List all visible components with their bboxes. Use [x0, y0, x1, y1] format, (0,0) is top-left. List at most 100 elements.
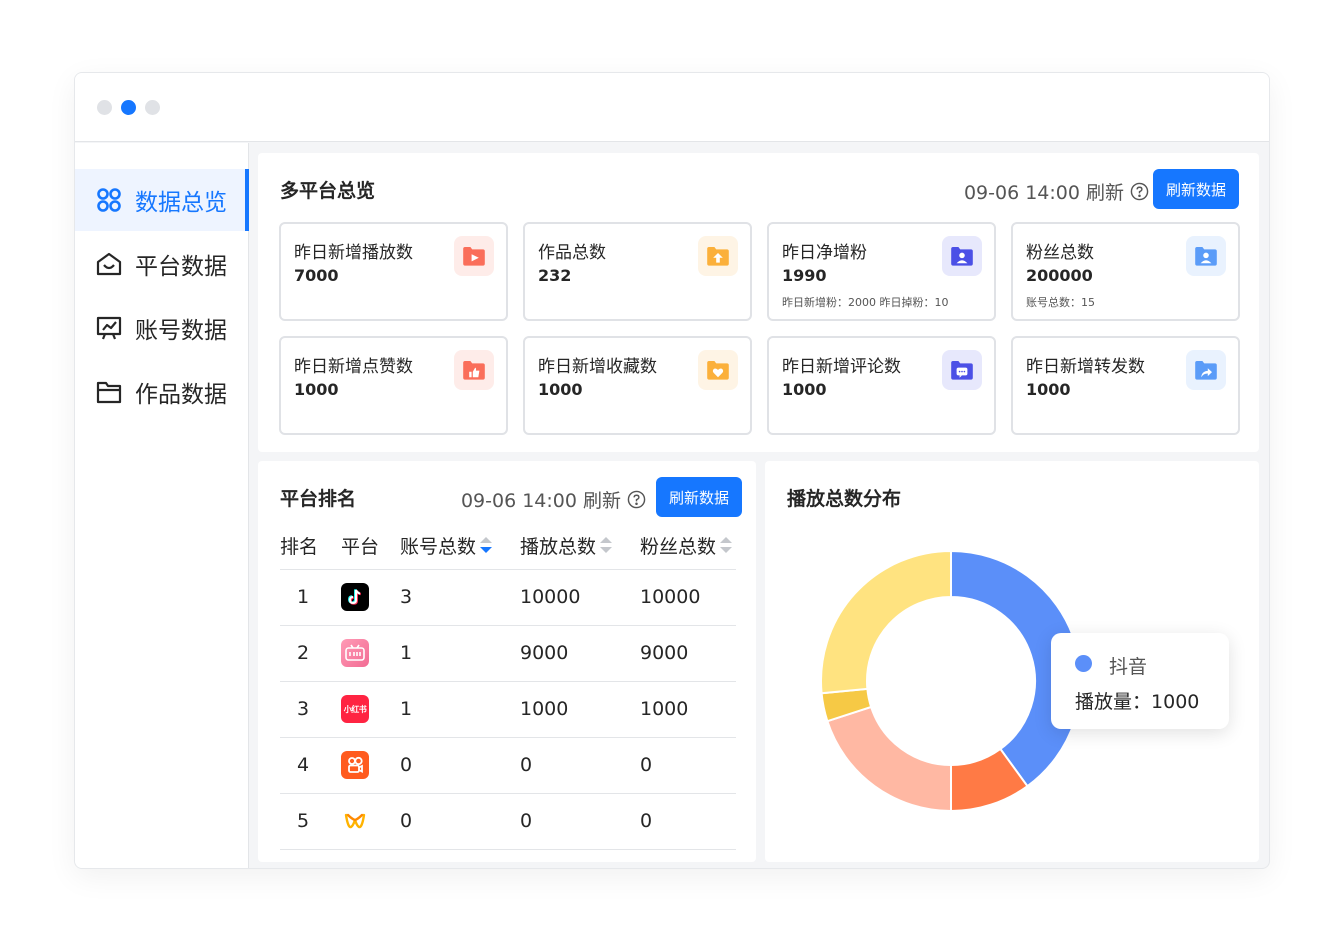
tooltip-value: 1000	[1151, 691, 1200, 713]
stat-card-value: 1000	[782, 380, 827, 399]
tooltip-series-name: 抖音	[1109, 656, 1148, 678]
bilibili-logo	[341, 639, 369, 667]
table-row[interactable]: 5 0 0 0	[280, 792, 736, 850]
rank-cell: 5	[280, 792, 341, 850]
sidebar-item-label: 账号数据	[135, 318, 227, 344]
stat-card-label: 昨日新增点赞数	[294, 357, 413, 377]
comment-folder-icon	[942, 350, 982, 390]
overview-title: 多平台总览	[280, 180, 376, 202]
fans-cell: 9000	[640, 624, 736, 681]
stat-card[interactable]: 昨日净增粉 1990 昨日新增粉：2000 昨日掉粉：10	[767, 222, 996, 321]
stat-card-value: 232	[538, 266, 572, 285]
share-folder-icon	[1186, 350, 1226, 390]
refresh-time-text: 09-06 14:00 刷新	[963, 182, 1124, 204]
column-header-rank: 排名	[280, 536, 319, 559]
stat-card[interactable]: 昨日新增播放数 7000	[279, 222, 508, 321]
app-window: 数据总览 平台数据 账号数据 作品数据 多平台总览 09-06 14:00 刷新…	[74, 72, 1270, 869]
column-header-platform: 平台	[341, 536, 380, 559]
kuaishou-logo	[341, 750, 369, 779]
stat-card[interactable]: 作品总数 232	[523, 222, 752, 321]
fans-cell: 0	[640, 736, 736, 793]
tooltip-value-line: 播放量：1000	[1075, 687, 1199, 714]
sidebar-item-label: 平台数据	[135, 254, 227, 280]
donut-slice-3[interactable]	[826, 705, 952, 813]
stat-card-label: 昨日新增转发数	[1026, 357, 1145, 377]
accounts-cell: 1	[400, 680, 520, 737]
table-header-row: 排名 平台 账号总数 播放总数 粉丝总数	[280, 523, 736, 569]
window-dot-2[interactable]	[121, 100, 136, 115]
accounts-cell: 1	[400, 624, 520, 681]
like-folder-icon	[454, 350, 494, 390]
sidebar-item-label: 数据总览	[135, 190, 227, 216]
stat-card[interactable]: 粉丝总数 200000 账号总数：15	[1011, 222, 1240, 321]
table-row[interactable]: 1 3 10000 10000	[280, 568, 736, 625]
account-board-icon	[95, 314, 123, 342]
plays-cell: 10000	[520, 568, 640, 625]
ranking-title: 平台排名	[280, 488, 357, 510]
stat-card-label: 粉丝总数	[1026, 243, 1094, 263]
stat-card-value: 7000	[294, 266, 339, 285]
stat-card[interactable]: 昨日新增评论数 1000	[767, 336, 996, 435]
stat-card[interactable]: 昨日新增收藏数 1000	[523, 336, 752, 435]
sidebar-item-label: 作品数据	[135, 382, 227, 408]
table-row[interactable]: 3 小红书 1 1000 1000	[280, 680, 736, 737]
plays-cell: 0	[520, 792, 640, 850]
accounts-cell: 0	[400, 792, 520, 850]
overview-refresh-time: 09-06 14:00 刷新	[964, 178, 1149, 205]
stat-card-value: 1000	[1026, 380, 1071, 399]
sort-icon[interactable]	[718, 535, 734, 560]
sort-desc-icon[interactable]	[478, 535, 494, 560]
help-icon[interactable]	[1130, 182, 1149, 201]
table-row[interactable]: 2 1 9000 9000	[280, 624, 736, 681]
stat-card-subtext: 昨日新增粉：2000 昨日掉粉：10	[782, 296, 949, 309]
sidebar-item-platform[interactable]: 平台数据	[75, 233, 249, 295]
rank-cell: 3	[280, 680, 341, 737]
stat-card-value: 1990	[782, 266, 827, 285]
platform-cell: 小红书	[341, 680, 400, 737]
title-bar	[75, 73, 1269, 142]
donut-slice-5[interactable]	[820, 549, 952, 695]
ranking-panel: 平台排名 09-06 14:00 刷新 刷新数据 排名 平台 账号总数 播放总数…	[258, 461, 756, 862]
platform-cell	[341, 792, 400, 850]
fans-cell: 0	[640, 792, 736, 850]
column-header-plays[interactable]: 播放总数	[520, 523, 640, 569]
tooltip-series-dot	[1075, 655, 1092, 672]
platform-cell	[341, 624, 400, 681]
window-dot-3[interactable]	[145, 100, 160, 115]
xiaohongshu-logo: 小红书	[341, 695, 369, 724]
sidebar-item-works[interactable]: 作品数据	[75, 361, 249, 423]
overview-icon	[95, 186, 123, 214]
heart-folder-icon	[698, 350, 738, 390]
platform-cell	[341, 568, 400, 625]
sort-icon[interactable]	[598, 535, 614, 560]
column-header-label: 播放总数	[520, 535, 597, 558]
platform-cell	[341, 736, 400, 793]
stat-card-label: 昨日新增播放数	[294, 243, 413, 263]
sidebar-item-overview[interactable]: 数据总览	[75, 169, 249, 231]
rank-cell: 1	[280, 568, 341, 625]
fans-cell: 10000	[640, 568, 736, 625]
play-folder-icon	[454, 236, 494, 276]
stat-card[interactable]: 昨日新增点赞数 1000	[279, 336, 508, 435]
window-dot-1[interactable]	[97, 100, 112, 115]
overview-refresh-button[interactable]: 刷新数据	[1153, 169, 1239, 209]
help-icon[interactable]	[627, 490, 646, 509]
rank-cell: 4	[280, 736, 341, 793]
sidebar-item-account[interactable]: 账号数据	[75, 297, 249, 359]
accounts-cell: 0	[400, 736, 520, 793]
plays-cell: 0	[520, 736, 640, 793]
ranking-refresh-button[interactable]: 刷新数据	[656, 477, 742, 517]
column-header-fans[interactable]: 粉丝总数	[640, 523, 736, 569]
table-row[interactable]: 4 0 0 0	[280, 736, 736, 793]
plays-cell: 9000	[520, 624, 640, 681]
upload-folder-icon	[698, 236, 738, 276]
stat-card-value: 200000	[1026, 266, 1093, 285]
stat-card[interactable]: 昨日新增转发数 1000	[1011, 336, 1240, 435]
douyin-logo	[341, 582, 369, 611]
plays-cell: 1000	[520, 680, 640, 737]
user-folder-icon	[942, 236, 982, 276]
column-header-label: 账号总数	[400, 535, 477, 558]
home-icon	[95, 250, 123, 278]
stat-card-label: 作品总数	[538, 243, 606, 263]
column-header-accounts[interactable]: 账号总数	[400, 523, 520, 569]
